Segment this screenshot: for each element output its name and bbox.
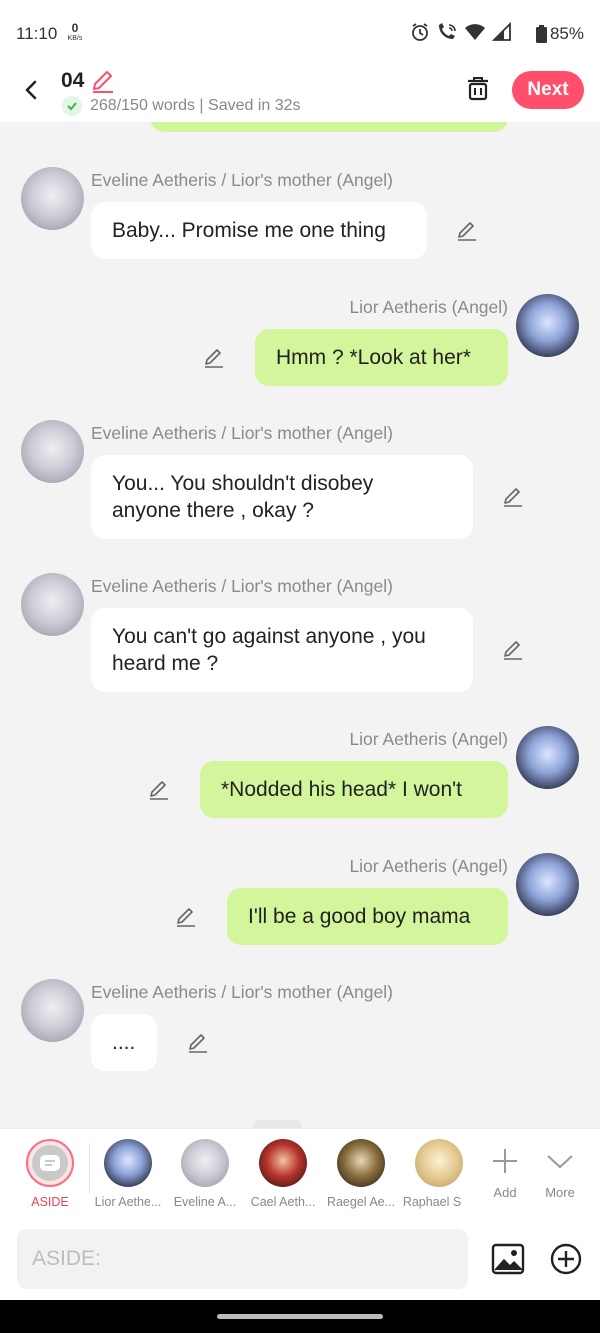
system-nav-bar — [0, 1300, 600, 1333]
signal-icon — [492, 22, 511, 41]
message-text: .... — [112, 1031, 136, 1054]
trash-icon[interactable] — [463, 73, 493, 103]
divider — [89, 1143, 90, 1193]
aside-button[interactable] — [26, 1139, 74, 1187]
character-selector: ASIDE Lior Aethe... Eveline A... Cael Ae… — [0, 1128, 600, 1220]
chapter-number: 04 — [61, 69, 85, 92]
status-time: 11:10 — [16, 24, 58, 43]
image-icon[interactable] — [491, 1242, 525, 1276]
edit-message-icon[interactable] — [202, 346, 226, 370]
speaker-name: Eveline Aetheris / Lior's mother (Angel) — [91, 576, 393, 596]
aside-label: ASIDE — [31, 1195, 69, 1209]
avatar[interactable] — [516, 294, 579, 357]
character-avatar-eveline[interactable] — [181, 1139, 229, 1187]
character-avatar-raegel[interactable] — [337, 1139, 385, 1187]
speaker-name: Lior Aetheris (Angel) — [349, 856, 508, 876]
message-bubble[interactable]: I'll be a good boy mama — [227, 888, 508, 945]
message-bubble[interactable]: You can't go against anyone , you heard … — [91, 608, 473, 692]
edit-message-icon[interactable] — [501, 485, 525, 509]
add-label: Add — [493, 1185, 517, 1200]
chapter-title[interactable]: 04 — [61, 68, 116, 94]
avatar[interactable] — [21, 420, 84, 483]
home-gesture-bar[interactable] — [217, 1314, 383, 1319]
message-bubble[interactable]: Baby... Promise me one thing — [91, 202, 427, 259]
message-text-line: heard me ? — [112, 652, 219, 675]
net-speed: 0 KB/s — [64, 22, 86, 42]
message-text-line: You... You shouldn't disobey — [112, 472, 374, 495]
chat-area[interactable]: Eveline Aetheris / Lior's mother (Angel)… — [0, 122, 600, 1128]
aside-input[interactable] — [17, 1229, 468, 1289]
word-count: 268/150 words — [90, 97, 195, 114]
edit-message-icon[interactable] — [147, 778, 171, 802]
plus-icon — [493, 1149, 517, 1173]
battery-level: 85% — [549, 24, 584, 43]
edit-title-icon[interactable] — [90, 68, 116, 94]
message-text: I'll be a good boy mama — [248, 905, 471, 928]
wifi-icon — [465, 24, 485, 40]
character-label: Raphael S — [402, 1195, 462, 1209]
wifi-call-icon — [439, 23, 456, 39]
more-button[interactable] — [540, 1141, 580, 1181]
aside-icon — [40, 1155, 60, 1171]
speaker-name: Eveline Aetheris / Lior's mother (Angel) — [91, 982, 393, 1002]
avatar[interactable] — [21, 979, 84, 1042]
message-text: Hmm ? *Look at her* — [276, 346, 471, 369]
add-circle-icon[interactable] — [549, 1242, 583, 1276]
message-bubble[interactable]: .... — [91, 1014, 157, 1071]
net-speed-value: 0 — [71, 21, 79, 35]
scroll-indicator — [252, 1120, 302, 1128]
edit-message-icon[interactable] — [186, 1031, 210, 1055]
battery-icon — [535, 25, 547, 43]
character-label: Raegel Ae... — [326, 1195, 396, 1209]
saved-check-icon — [62, 96, 82, 116]
edit-message-icon[interactable] — [174, 905, 198, 929]
battery: 85% — [535, 24, 584, 44]
previous-message-bubble — [150, 122, 508, 132]
editor-header: 04 268/150 words | Saved in 32s Next — [0, 68, 600, 122]
message-bubble[interactable]: Hmm ? *Look at her* — [255, 329, 508, 386]
save-status: 268/150 words | Saved in 32s — [62, 96, 301, 116]
add-character-button[interactable] — [485, 1141, 525, 1181]
status-icons — [410, 22, 512, 42]
chevron-down-icon — [547, 1155, 573, 1169]
character-avatar-lior[interactable] — [104, 1139, 152, 1187]
avatar[interactable] — [21, 573, 84, 636]
character-label: Lior Aethe... — [94, 1195, 162, 1209]
message-text: *Nodded his head* I won't — [221, 778, 463, 801]
character-avatar-raphael[interactable] — [415, 1139, 463, 1187]
speaker-name: Eveline Aetheris / Lior's mother (Angel) — [91, 170, 393, 190]
more-label: More — [545, 1185, 575, 1200]
next-button[interactable]: Next — [512, 71, 584, 109]
message-bubble[interactable]: *Nodded his head* I won't — [200, 761, 508, 818]
alarm-icon — [412, 23, 428, 41]
speaker-name: Lior Aetheris (Angel) — [349, 729, 508, 749]
back-arrow-icon[interactable] — [18, 76, 46, 104]
character-label: Eveline A... — [173, 1195, 237, 1209]
net-speed-unit: KB/s — [67, 35, 83, 42]
status-bar: 11:10 0 KB/s 85% — [0, 0, 600, 68]
character-label: Cael Aeth... — [250, 1195, 316, 1209]
character-avatar-cael[interactable] — [259, 1139, 307, 1187]
avatar[interactable] — [21, 167, 84, 230]
speaker-name: Lior Aetheris (Angel) — [349, 297, 508, 317]
message-bubble[interactable]: You... You shouldn't disobey anyone ther… — [91, 455, 473, 539]
avatar[interactable] — [516, 853, 579, 916]
message-text: Baby... Promise me one thing — [112, 219, 386, 242]
input-bar — [0, 1220, 600, 1300]
message-text-line: You can't go against anyone , you — [112, 625, 426, 648]
avatar[interactable] — [516, 726, 579, 789]
message-text-line: anyone there , okay ? — [112, 499, 314, 522]
edit-message-icon[interactable] — [501, 638, 525, 662]
speaker-name: Eveline Aetheris / Lior's mother (Angel) — [91, 423, 393, 443]
saved-time: Saved in 32s — [208, 97, 301, 114]
edit-message-icon[interactable] — [455, 219, 479, 243]
